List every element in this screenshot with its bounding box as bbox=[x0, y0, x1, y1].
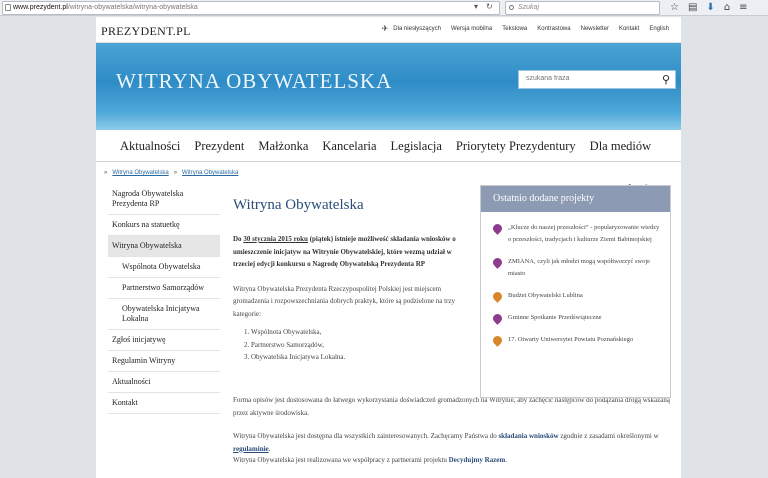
main-navigation: Aktualności Prezydent Małżonka Kancelari… bbox=[96, 130, 681, 162]
home-icon[interactable]: ⌂ bbox=[724, 0, 730, 16]
nav-item-media[interactable]: Dla mediów bbox=[590, 139, 651, 154]
browser-icons: ☆ ▤ ⬇ ⌂ ≡ bbox=[670, 0, 748, 16]
recent-projects-panel: Ostatnio dodane projekty „Klucze do nasz… bbox=[480, 185, 671, 398]
list-item[interactable]: Budżet Obywatelski Lublina bbox=[491, 290, 662, 303]
intro-paragraph: Witryna Obywatelska Prezydenta Rzeczypos… bbox=[233, 284, 455, 318]
partner-link[interactable]: Decydujmy Razem bbox=[449, 456, 506, 464]
list-item: Wspólnota Obywatelska, bbox=[251, 326, 471, 339]
map-pin-icon bbox=[491, 290, 504, 303]
sidebar-item-partnerstwo[interactable]: Partnerstwo Samorządów bbox=[108, 278, 220, 299]
list-item[interactable]: ZMIANA, czyli jak młodzi mogą współtworz… bbox=[491, 256, 662, 280]
clipboard-icon[interactable]: ▤ bbox=[688, 0, 697, 16]
top-link-contrast[interactable]: Kontrastowa bbox=[537, 26, 570, 33]
top-links: ✈ Dla niesłyszących Wersja mobilna Tekst… bbox=[381, 24, 669, 33]
sidebar-item-regulamin[interactable]: Regulamin Witryny bbox=[108, 351, 220, 372]
lead-paragraph: Do 30 stycznia 2015 roku (piątek) istnie… bbox=[233, 233, 471, 271]
list-item[interactable]: 17. Otwarty Uniwersytet Powiatu Poznańsk… bbox=[491, 334, 662, 347]
apply-link[interactable]: składania wniosków bbox=[498, 432, 558, 440]
nav-item-prezydent[interactable]: Prezydent bbox=[194, 139, 244, 154]
top-link-contact[interactable]: Kontakt bbox=[619, 26, 639, 33]
sidebar-item-witryna[interactable]: Witryna Obywatelska bbox=[108, 236, 220, 257]
text: . bbox=[268, 444, 271, 453]
recent-project-title[interactable]: ZMIANA, czyli jak młodzi mogą współtworz… bbox=[508, 256, 662, 280]
browser-search-field[interactable]: Szukaj bbox=[505, 1, 660, 15]
url-host: www.prezydent.pl bbox=[13, 4, 68, 11]
sidebar: Nagroda Obywatelska Prezydenta RP Konkur… bbox=[108, 184, 220, 414]
page-icon bbox=[5, 4, 11, 11]
nav-item-kancelaria[interactable]: Kancelaria bbox=[322, 139, 376, 154]
breadcrumb-link[interactable]: Witryna Obywatelska bbox=[112, 170, 168, 176]
recent-project-title[interactable]: „Klucze do naszej przeszłości” - popular… bbox=[508, 222, 662, 246]
breadcrumb: » Witryna Obywatelska » Witryna Obywatel… bbox=[104, 170, 238, 176]
text: Witryna Obywatelska jest realizowana we … bbox=[233, 456, 449, 464]
top-link-newsletter[interactable]: Newsletter bbox=[581, 26, 609, 33]
banner: WITRYNA OBYWATELSKA ⚲ bbox=[96, 43, 681, 130]
browser-search-placeholder: Szukaj bbox=[518, 4, 540, 11]
access-paragraph: Witryna Obywatelska jest dostępna dla ws… bbox=[233, 430, 673, 455]
main-content: Witryna Obywatelska Do 30 stycznia 2015 … bbox=[233, 187, 471, 364]
dropdown-arrow-icon[interactable]: ▾ bbox=[474, 1, 478, 13]
top-link-mobile[interactable]: Wersja mobilna bbox=[451, 26, 492, 33]
plane-icon: ✈ bbox=[381, 24, 389, 33]
text: Witryna Obywatelska jest dostępna dla ws… bbox=[233, 432, 499, 440]
nav-item-legislacja[interactable]: Legislacja bbox=[391, 139, 442, 154]
top-bar: PREZYDENT.PL ✈ Dla niesłyszących Wersja … bbox=[96, 17, 681, 43]
nav-item-aktualnosci[interactable]: Aktualności bbox=[120, 139, 180, 154]
search-icon[interactable]: ⚲ bbox=[662, 73, 670, 86]
download-icon[interactable]: ⬇ bbox=[706, 0, 714, 16]
nav-item-priorytety[interactable]: Priorytety Prezydentury bbox=[456, 139, 576, 154]
sidebar-item-inicjatywa[interactable]: Obywatelska Inicjatywa Lokalna bbox=[108, 299, 220, 330]
list-item: Partnerstwo Samorządów, bbox=[251, 339, 471, 352]
browser-toolbar: www.prezydent.pl/witryna-obywatelska/wit… bbox=[0, 0, 768, 16]
breadcrumb-separator: » bbox=[173, 170, 178, 176]
list-item[interactable]: „Klucze do naszej przeszłości” - popular… bbox=[491, 222, 662, 246]
sidebar-item-zglos[interactable]: Zgłoś inicjatywę bbox=[108, 330, 220, 351]
rules-link[interactable]: regulaminie bbox=[233, 445, 269, 453]
search-icon bbox=[509, 5, 514, 10]
top-link-deaf[interactable]: Dla niesłyszących bbox=[393, 26, 441, 33]
category-list: Wspólnota Obywatelska, Partnerstwo Samor… bbox=[233, 326, 471, 364]
top-link-english[interactable]: English bbox=[649, 26, 669, 33]
text: zgodnie z zasadami określonymi w bbox=[558, 432, 659, 440]
sidebar-item-wspolnota[interactable]: Wspólnota Obywatelska bbox=[108, 257, 220, 278]
site-container: PREZYDENT.PL ✈ Dla niesłyszących Wersja … bbox=[96, 17, 681, 478]
sidebar-item-konkurs[interactable]: Konkurs na statuetkę bbox=[108, 215, 220, 236]
map-pin-icon bbox=[491, 256, 504, 269]
text: . bbox=[505, 456, 507, 464]
map-pin-icon bbox=[491, 312, 504, 325]
sidebar-item-kontakt[interactable]: Kontakt bbox=[108, 393, 220, 414]
recent-project-title[interactable]: Gminne Spotkanie Przedświąteczne bbox=[508, 312, 602, 324]
sidebar-item-aktualnosci[interactable]: Aktualności bbox=[108, 372, 220, 393]
address-bar[interactable]: www.prezydent.pl/witryna-obywatelska/wit… bbox=[2, 1, 500, 15]
sidebar-item-nagroda[interactable]: Nagroda Obywatelska Prezydenta RP bbox=[108, 184, 220, 215]
lead-text: Do bbox=[233, 235, 244, 243]
reload-icon[interactable]: ↻ bbox=[486, 1, 493, 13]
page-title: Witryna Obywatelska bbox=[233, 197, 364, 213]
nav-item-malzonka[interactable]: Małżonka bbox=[258, 139, 308, 154]
partners-paragraph: Witryna Obywatelska jest realizowana we … bbox=[233, 454, 673, 467]
list-item: Obywatelska Inicjatywa Lokalna. bbox=[251, 351, 471, 364]
breadcrumb-separator: » bbox=[104, 170, 108, 176]
breadcrumb-current[interactable]: Witryna Obywatelska bbox=[182, 170, 238, 176]
recent-projects-list: „Klucze do naszej przeszłości” - popular… bbox=[481, 212, 670, 347]
url-path: /witryna-obywatelska/witryna-obywatelska bbox=[67, 4, 198, 11]
map-pin-icon bbox=[491, 222, 504, 235]
recent-project-title[interactable]: 17. Otwarty Uniwersytet Powiatu Poznańsk… bbox=[508, 334, 633, 346]
recent-projects-heading: Ostatnio dodane projekty bbox=[481, 186, 670, 212]
list-item[interactable]: Gminne Spotkanie Przedświąteczne bbox=[491, 312, 662, 325]
site-search-box: ⚲ bbox=[518, 70, 676, 89]
top-link-text[interactable]: Tekstowa bbox=[502, 26, 527, 33]
star-icon[interactable]: ☆ bbox=[670, 0, 679, 16]
menu-icon[interactable]: ≡ bbox=[739, 0, 747, 16]
recent-project-title[interactable]: Budżet Obywatelski Lublina bbox=[508, 290, 583, 302]
map-pin-icon bbox=[491, 334, 504, 347]
site-logo[interactable]: PREZYDENT.PL bbox=[101, 24, 191, 39]
deadline-date: 30 stycznia 2015 roku bbox=[243, 235, 308, 243]
banner-title: WITRYNA OBYWATELSKA bbox=[116, 69, 393, 93]
site-search-input[interactable] bbox=[526, 75, 646, 82]
